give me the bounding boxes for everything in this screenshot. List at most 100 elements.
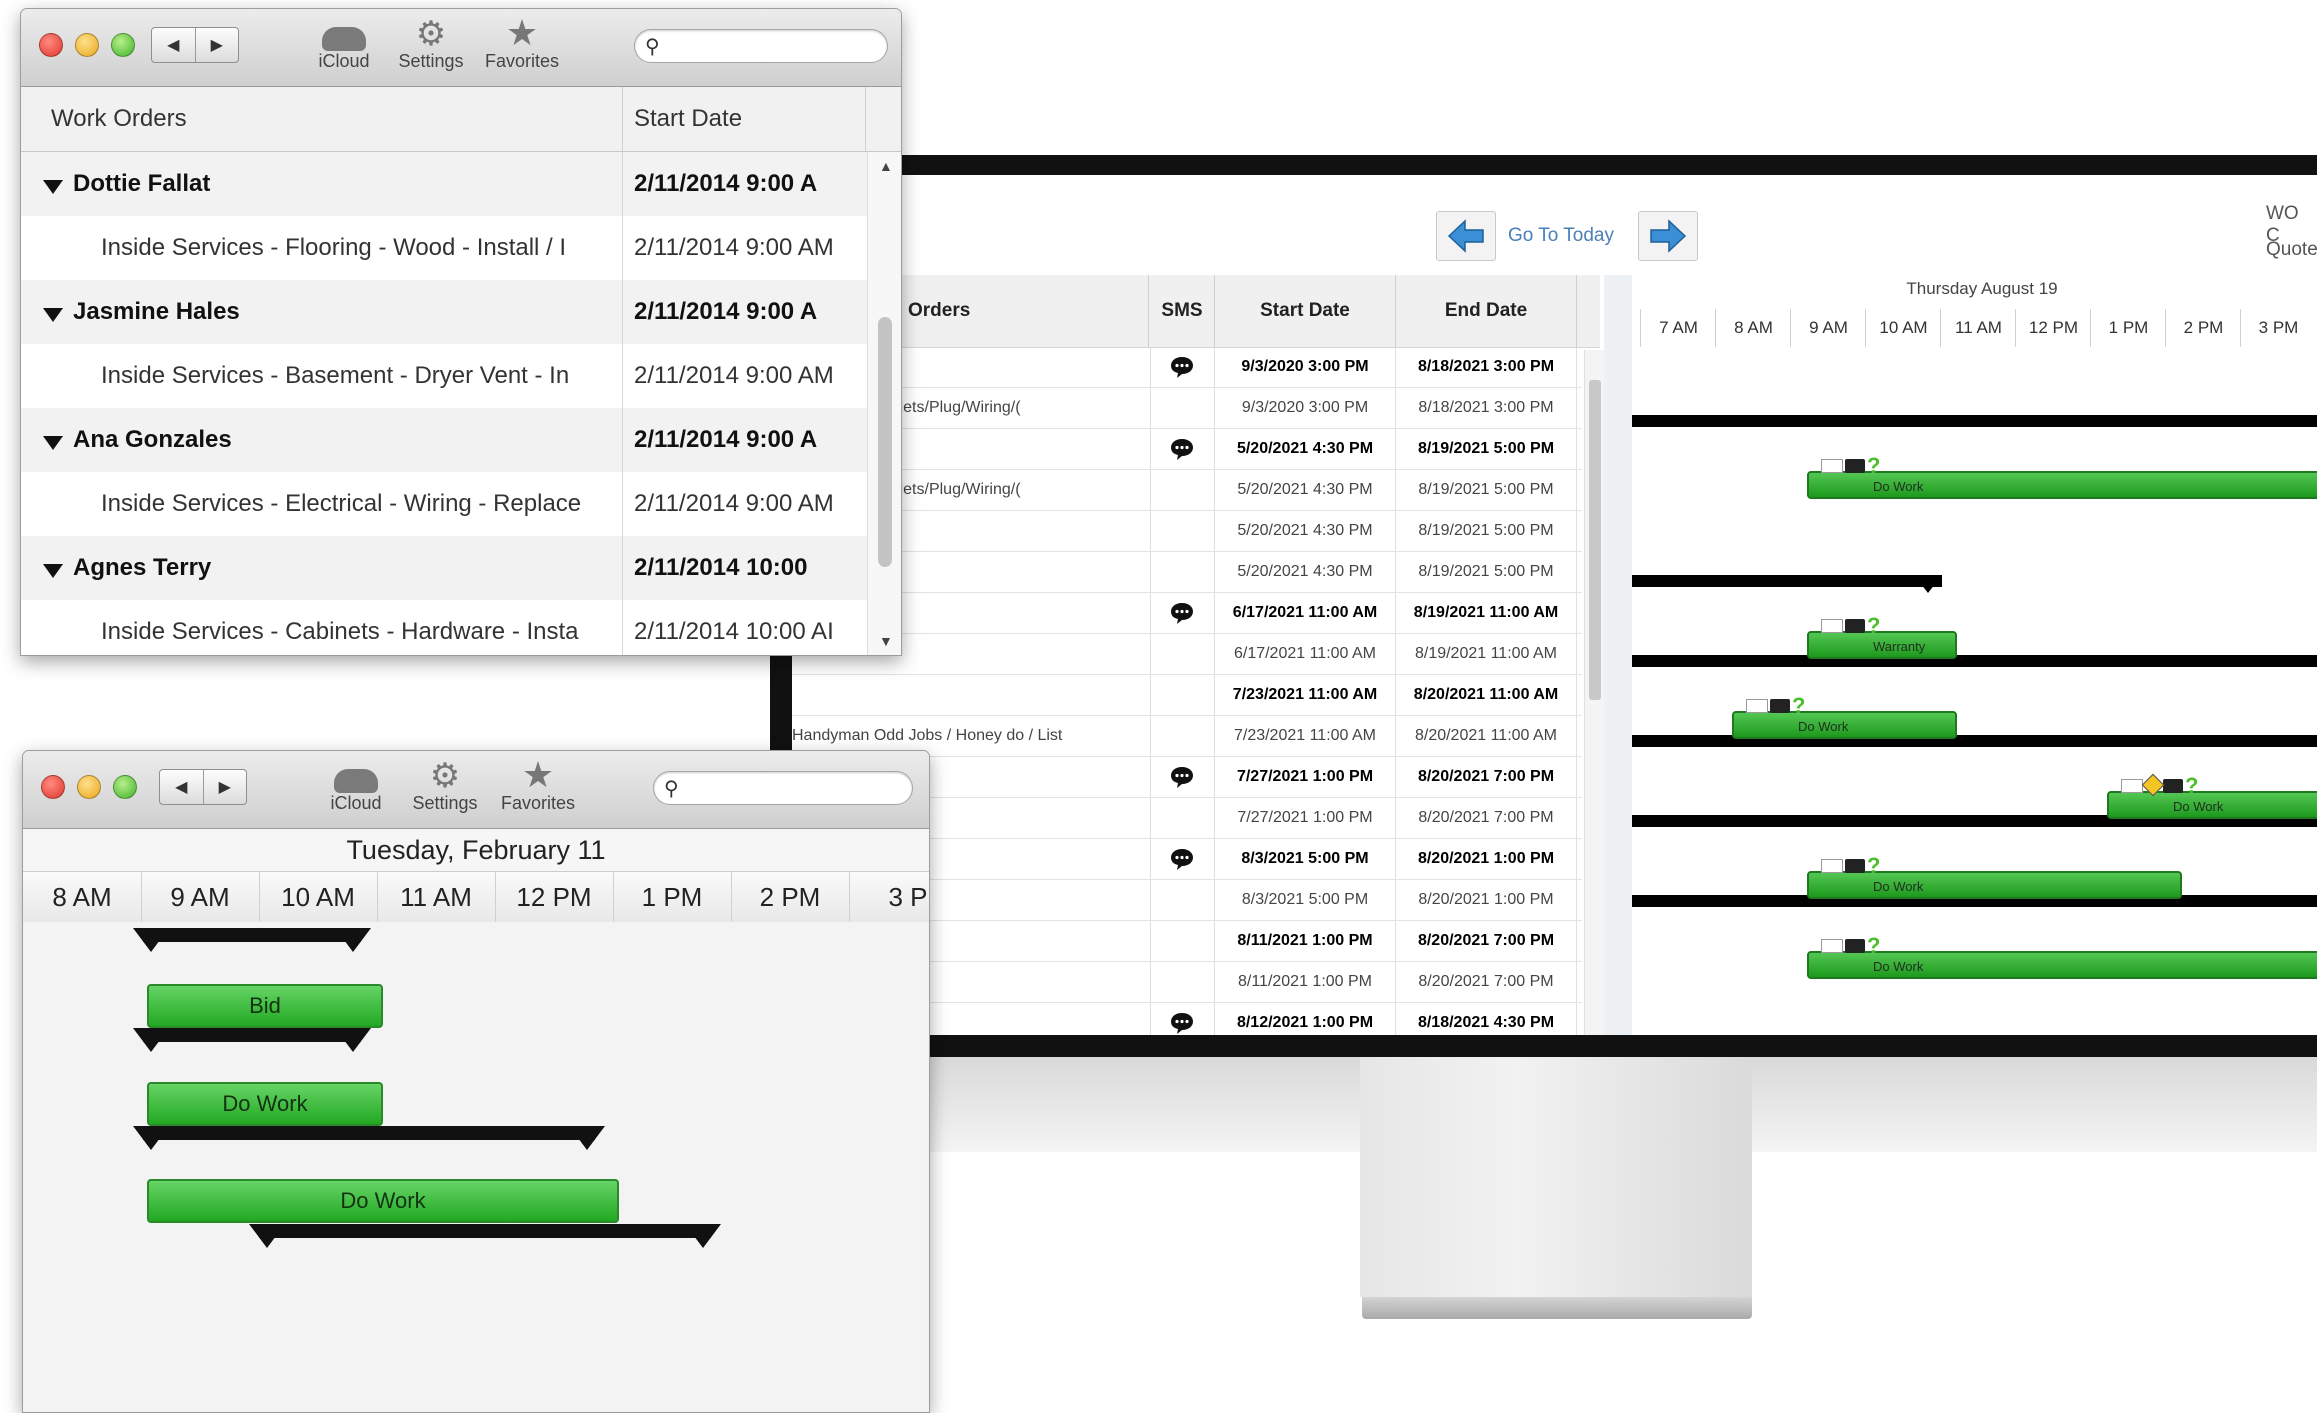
icloud-label: iCloud	[318, 51, 370, 71]
monitor-stand-foot	[1362, 1297, 1752, 1319]
grid-row[interactable]: g/Switches/Outlets/Plug/Wiring/(9/3/2020…	[792, 388, 1582, 429]
disclosure-triangle-icon[interactable]	[43, 436, 63, 450]
column-header-sms[interactable]: SMS	[1150, 275, 1215, 347]
chat-bubble-icon[interactable]	[1169, 355, 1195, 379]
scroll-up-icon[interactable]: ▲	[879, 158, 893, 174]
zoom-button[interactable]	[111, 33, 135, 57]
group-row[interactable]: Ana Gonzales 2/11/2014 9:00 A	[21, 408, 867, 472]
outline-scrollbar[interactable]: ▲ ▼	[867, 152, 901, 655]
grid-row[interactable]: 9/3/2020 3:00 PM 8/18/2021 3:00 PM	[792, 347, 1582, 388]
window-toolbar: ◀ ▶ iCloud ⚙ Settings ★ Favorites ⚲	[21, 9, 901, 87]
grid-row[interactable]: 6/17/2021 11:00 AM 8/19/2021 11:00 AM	[792, 634, 1582, 675]
grid-row[interactable]: 6/17/2021 11:00 AM 8/19/2021 11:00 AM	[792, 593, 1582, 634]
chat-bubble-icon[interactable]	[1169, 765, 1195, 789]
summary-bar[interactable]	[133, 928, 371, 952]
settings-button[interactable]: ⚙ Settings	[391, 15, 471, 72]
task-bar[interactable]: ? Do Work	[2107, 773, 2317, 819]
grid-row[interactable]: g/Switches/Outlets/Plug/Wiring/(5/20/202…	[792, 470, 1582, 511]
search-input[interactable]	[690, 776, 904, 802]
zoom-button[interactable]	[113, 775, 137, 799]
gantt-splitter[interactable]	[1604, 275, 1632, 1035]
chat-bubble-icon[interactable]	[1169, 1011, 1195, 1035]
quote-label[interactable]: Quote	[2266, 239, 2317, 261]
task-label: Do Work	[1798, 719, 1849, 734]
favorites-button[interactable]: ★ Favorites	[498, 757, 578, 814]
task-bar[interactable]: ? Do Work	[1732, 695, 1957, 739]
sms-cell	[1150, 347, 1215, 387]
go-to-today-link[interactable]: Go To Today	[1508, 225, 1614, 247]
work-order-row[interactable]: Inside Services - Electrical - Wiring - …	[21, 472, 867, 536]
previous-day-button[interactable]	[1436, 211, 1496, 261]
outline-header: Work Orders Start Date	[21, 87, 901, 152]
work-order-start-date: 2/11/2014 9:00 AM	[634, 490, 834, 517]
chat-bubble-icon[interactable]	[1169, 601, 1195, 625]
scrollbar-thumb[interactable]	[878, 317, 892, 567]
work-order-row[interactable]: Inside Services - Basement - Dryer Vent …	[21, 344, 867, 408]
grid-row[interactable]: 5/20/2021 4:30 PM 8/19/2021 5:00 PM	[792, 552, 1582, 593]
minimize-button[interactable]	[77, 775, 101, 799]
task-label: Do Work	[2173, 799, 2224, 814]
column-header-start-date[interactable]: Start Date	[624, 87, 866, 151]
summary-bar[interactable]	[1632, 575, 1942, 593]
work-order-row[interactable]: Inside Services - Flooring - Wood - Inst…	[21, 216, 867, 280]
start-date-cell: 8/3/2021 5:00 PM	[1215, 880, 1396, 920]
chat-bubble-icon[interactable]	[1169, 847, 1195, 871]
summary-bar[interactable]	[133, 1126, 605, 1150]
summary-bar[interactable]	[1632, 655, 2317, 667]
task-status-icons: ?	[1821, 615, 1880, 637]
summary-bar[interactable]	[249, 1224, 721, 1248]
favorites-label: Favorites	[484, 51, 560, 71]
work-order-start-date: 2/11/2014 10:00 AI	[634, 618, 834, 645]
task-bar[interactable]: ? Do Work	[1807, 455, 2317, 499]
grid-row[interactable]: 7/23/2021 11:00 AM 8/20/2021 11:00 AM	[792, 675, 1582, 716]
grid-row[interactable]: 5/20/2021 4:30 PM 8/19/2021 5:00 PM	[792, 511, 1582, 552]
summary-bar[interactable]	[133, 1028, 371, 1052]
task-bar[interactable]: Bid	[147, 984, 383, 1028]
grid-scrollbar[interactable]	[1584, 350, 1605, 1035]
start-date-cell: 5/20/2021 4:30 PM	[1215, 552, 1396, 592]
forward-button[interactable]: ▶	[204, 770, 247, 804]
group-row[interactable]: Dottie Fallat 2/11/2014 9:00 A	[21, 152, 867, 216]
grid-row[interactable]: 5/20/2021 4:30 PM 8/19/2021 5:00 PM	[792, 429, 1582, 470]
close-button[interactable]	[39, 33, 63, 57]
work-order-row[interactable]: Inside Services - Cabinets - Hardware - …	[21, 600, 867, 655]
sms-cell	[1150, 593, 1215, 633]
task-bar[interactable]: ? Do Work	[1807, 855, 2182, 899]
column-header-end-date[interactable]: End Date	[1396, 275, 1577, 347]
group-row[interactable]: Jasmine Hales 2/11/2014 9:00 A	[21, 280, 867, 344]
chat-bubble-icon[interactable]	[1169, 437, 1195, 461]
hour-label: 9 AM	[1790, 309, 1866, 347]
task-label: Do Work	[1873, 479, 1924, 494]
task-bar[interactable]: ? Do Work	[1807, 935, 2317, 979]
next-day-button[interactable]	[1638, 211, 1698, 261]
back-button[interactable]: ◀	[160, 770, 204, 804]
icloud-button[interactable]: iCloud	[316, 757, 396, 814]
minimize-button[interactable]	[75, 33, 99, 57]
monitor-screen: Go To Today WO C Quote Orders SMS Start …	[792, 175, 2317, 1035]
disclosure-triangle-icon[interactable]	[43, 564, 63, 578]
task-bar[interactable]: Do Work	[147, 1082, 383, 1126]
forward-button[interactable]: ▶	[196, 28, 239, 62]
disclosure-triangle-icon[interactable]	[43, 180, 63, 194]
disclosure-triangle-icon[interactable]	[43, 308, 63, 322]
sms-cell	[1150, 716, 1215, 756]
task-bar[interactable]: ? Warranty	[1807, 615, 1957, 659]
summary-bar[interactable]	[1632, 415, 2317, 427]
summary-end-marker	[335, 1028, 371, 1052]
close-button[interactable]	[41, 775, 65, 799]
work-order-start-date: 2/11/2014 9:00 AM	[634, 234, 834, 261]
search-input[interactable]	[671, 34, 879, 60]
back-button[interactable]: ◀	[152, 28, 196, 62]
task-bar[interactable]: Do Work	[147, 1179, 619, 1223]
column-header-work-orders[interactable]: Work Orders	[21, 87, 623, 151]
scroll-down-icon[interactable]: ▼	[879, 633, 893, 649]
group-row[interactable]: Agnes Terry 2/11/2014 10:00	[21, 536, 867, 600]
favorites-button[interactable]: ★ Favorites	[482, 15, 562, 72]
column-header-start-date[interactable]: Start Date	[1215, 275, 1396, 347]
sms-cell	[1150, 470, 1215, 510]
settings-button[interactable]: ⚙ Settings	[405, 757, 485, 814]
scrollbar-thumb[interactable]	[1589, 380, 1601, 700]
envelope-icon	[1821, 459, 1843, 473]
icloud-button[interactable]: iCloud	[304, 15, 384, 72]
hour-label: 2 PM	[731, 872, 850, 922]
